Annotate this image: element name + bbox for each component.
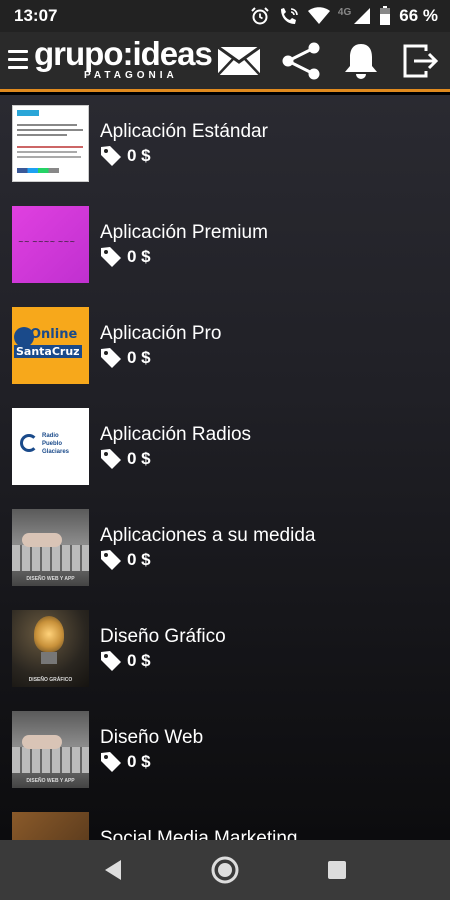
menu-icon[interactable]	[8, 50, 28, 72]
price-tag-icon	[101, 247, 121, 267]
price-tag-icon	[101, 752, 121, 772]
item-thumbnail: DISEÑO WEB Y APP	[12, 509, 89, 586]
status-bar: 13:07 4G 66 %	[0, 0, 450, 32]
thumb-text: Online	[30, 327, 78, 342]
product-list: Aplicación Estándar 0 $ ~~ ~~~~ ~~~ Apli…	[0, 95, 450, 840]
logo-sub-text: PATAGONIA	[84, 70, 178, 81]
bell-icon[interactable]	[338, 41, 384, 81]
item-thumbnail: Online SantaCruz	[12, 307, 89, 384]
thumb-caption: DISEÑO GRÁFICO	[28, 677, 73, 683]
item-price: 0 $	[127, 752, 151, 771]
item-title: Aplicación Pro	[100, 323, 222, 344]
item-thumbnail: ~~ ~~~~ ~~~	[12, 206, 89, 283]
share-icon[interactable]	[278, 41, 324, 81]
price-tag-icon	[101, 449, 121, 469]
thumb-text: Radio	[42, 433, 59, 439]
network-type: 4G	[337, 6, 352, 18]
item-price-row: 0 $	[100, 650, 151, 672]
item-price-row: 0 $	[100, 448, 151, 470]
item-price: 0 $	[127, 348, 151, 367]
item-title: Aplicación Radios	[100, 424, 252, 445]
price-tag-icon	[101, 146, 121, 166]
item-price-row: 0 $	[100, 751, 151, 773]
thumb-text: Glaciares	[42, 449, 70, 455]
item-title: Diseño Gráfico	[100, 626, 226, 647]
item-price: 0 $	[127, 247, 151, 266]
status-time: 13:07	[14, 6, 58, 25]
app-bar: grupo:ideas PATAGONIA	[0, 32, 450, 92]
item-title: Aplicación Estándar	[100, 121, 268, 142]
status-icons: 4G 66 %	[250, 6, 438, 26]
list-item[interactable]: DISEÑO GRÁFICO Diseño Gráfico 0 $	[0, 600, 450, 701]
item-thumbnail	[12, 812, 89, 840]
wifi-calling-icon	[278, 6, 300, 26]
item-price-row: 0 $	[100, 347, 151, 369]
item-price: 0 $	[127, 449, 151, 468]
list-item[interactable]: Radio Pueblo Glaciares Aplicación Radios…	[0, 398, 450, 499]
back-icon[interactable]	[98, 855, 128, 885]
item-thumbnail: DISEÑO GRÁFICO	[12, 610, 89, 687]
price-tag-icon	[101, 550, 121, 570]
recents-icon[interactable]	[322, 855, 352, 885]
app-logo: grupo:ideas PATAGONIA	[34, 35, 213, 84]
item-thumbnail: DISEÑO WEB Y APP	[12, 711, 89, 788]
price-tag-icon	[101, 651, 121, 671]
item-title: Social Media Marketing	[100, 828, 298, 840]
item-price-row: 0 $	[100, 145, 151, 167]
mail-icon[interactable]	[216, 41, 262, 81]
list-item[interactable]: Online SantaCruz Aplicación Pro 0 $	[0, 297, 450, 398]
item-price: 0 $	[127, 550, 151, 569]
wifi-icon	[307, 7, 330, 25]
alarm-icon	[250, 6, 270, 26]
battery-icon	[379, 6, 391, 26]
home-icon[interactable]	[210, 855, 240, 885]
list-item[interactable]: DISEÑO WEB Y APP Diseño Web 0 $	[0, 701, 450, 802]
battery-percent: 66 %	[399, 6, 438, 25]
item-title: Aplicaciones a su medida	[100, 525, 316, 546]
thumb-caption: DISEÑO WEB Y APP	[26, 778, 75, 784]
item-title: Aplicación Premium	[100, 222, 268, 243]
item-price: 0 $	[127, 146, 151, 165]
thumb-text: Pueblo	[42, 441, 63, 447]
item-title: Diseño Web	[100, 727, 204, 748]
item-thumbnail: Radio Pueblo Glaciares	[12, 408, 89, 485]
exit-icon[interactable]	[398, 41, 444, 81]
list-item[interactable]: Aplicación Estándar 0 $	[0, 95, 450, 196]
system-nav-bar	[0, 840, 450, 900]
signal-icon	[353, 7, 371, 25]
thumb-caption: DISEÑO WEB Y APP	[26, 576, 75, 582]
list-item[interactable]: Social Media Marketing	[0, 802, 450, 840]
thumb-text: SantaCruz	[14, 345, 82, 358]
item-thumbnail	[12, 105, 89, 182]
logo-main-text: grupo:ideas	[34, 35, 213, 72]
item-price: 0 $	[127, 651, 151, 670]
item-price-row: 0 $	[100, 549, 151, 571]
price-tag-icon	[101, 348, 121, 368]
list-item[interactable]: DISEÑO WEB Y APP Aplicaciones a su medid…	[0, 499, 450, 600]
list-item[interactable]: ~~ ~~~~ ~~~ Aplicación Premium 0 $	[0, 196, 450, 297]
item-price-row: 0 $	[100, 246, 151, 268]
